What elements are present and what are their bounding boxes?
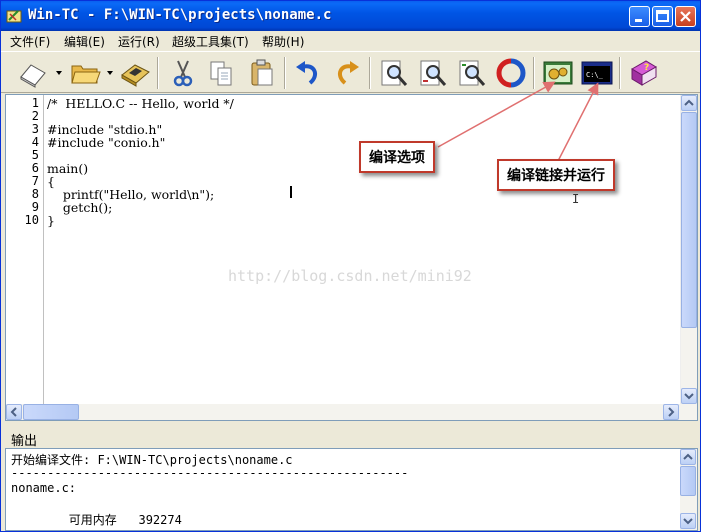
minimize-icon	[635, 19, 642, 22]
code-editor[interactable]: 1 2 3 4 5 6 7 8 9 10 /* HELLO.C -- Hello, world *…	[5, 94, 698, 421]
window-title: Win-TC - F:\WIN-TC\projects\noname.c	[28, 7, 332, 23]
output-pane[interactable]: 开始编译文件: F:\WIN-TC\projects\noname.c -----…	[5, 448, 698, 531]
line-number-gutter: 1 2 3 4 5 6 7 8 9 10	[6, 95, 44, 405]
output-vertical-scrollbar[interactable]	[680, 449, 697, 530]
output-line: noname.c:	[11, 481, 77, 495]
find-icon	[381, 60, 408, 86]
title-bar[interactable]: Win-TC - F:\WIN-TC\projects\noname.c	[1, 1, 700, 31]
paste-icon	[251, 59, 273, 86]
scroll-up-button[interactable]	[680, 449, 696, 465]
chevron-left-icon	[10, 407, 17, 417]
watermark: http://blog.csdn.net/mini92	[228, 267, 472, 285]
scroll-right-button[interactable]	[663, 404, 679, 420]
svg-text:?: ?	[644, 63, 649, 73]
code-line[interactable]: /* HELLO.C -- Hello, world */	[47, 97, 234, 110]
find-next-button[interactable]	[417, 57, 449, 89]
callout-compile-options: 编译选项	[359, 141, 435, 173]
maximize-icon	[656, 10, 669, 22]
scroll-left-button[interactable]	[6, 404, 22, 420]
help-book-icon: ?	[631, 60, 657, 86]
menu-super-tools[interactable]: 超级工具集(T)	[172, 33, 249, 50]
text-caret	[290, 186, 292, 198]
copy-button[interactable]	[206, 57, 238, 89]
open-file-dropdown-icon[interactable]	[107, 71, 113, 75]
editor-vertical-scrollbar[interactable]	[680, 95, 697, 405]
open-file-button[interactable]	[69, 57, 101, 89]
replace-icon	[459, 60, 486, 86]
code-line[interactable]: }	[47, 214, 55, 227]
mouse-ibeam-cursor: I	[572, 192, 580, 206]
chevron-up-icon	[683, 453, 693, 460]
chevron-right-icon	[668, 407, 675, 417]
console-icon: C:\_	[581, 61, 613, 85]
open-folder-icon	[71, 65, 101, 84]
callout-compile-link-run: 编译链接并运行	[497, 159, 615, 191]
menu-file[interactable]: 文件(F)	[10, 33, 50, 50]
refresh-button[interactable]	[495, 57, 527, 89]
win-tc-window: Win-TC - F:\WIN-TC\projects\noname.c 文件(…	[0, 0, 701, 532]
menu-edit[interactable]: 编辑(E)	[64, 33, 105, 50]
toolbar-separator	[157, 57, 159, 89]
scroll-thumb[interactable]	[23, 404, 79, 420]
menu-help[interactable]: 帮助(H)	[262, 33, 304, 50]
scroll-thumb[interactable]	[680, 466, 696, 496]
editor-horizontal-scrollbar[interactable]	[6, 404, 697, 420]
toolbar-separator	[284, 57, 286, 89]
line-number: 10	[24, 213, 39, 227]
close-icon	[680, 11, 691, 22]
output-label: 输出	[11, 434, 38, 449]
help-book-button[interactable]: ?	[628, 57, 660, 89]
toolbar-separator	[369, 57, 371, 89]
save-disk-icon	[121, 64, 150, 87]
find-next-icon	[420, 60, 447, 86]
app-icon	[6, 10, 22, 23]
scroll-thumb[interactable]	[681, 112, 697, 328]
redo-icon	[337, 61, 359, 85]
compile-link-run-button[interactable]: C:\_	[581, 57, 613, 89]
close-button[interactable]	[675, 6, 696, 27]
redo-button[interactable]	[331, 57, 363, 89]
save-file-button[interactable]	[119, 57, 151, 89]
undo-button[interactable]	[292, 57, 324, 89]
code-line[interactable]: #include "conio.h"	[47, 136, 165, 149]
find-button[interactable]	[378, 57, 410, 89]
scroll-down-button[interactable]	[681, 388, 697, 404]
toolbar-separator	[619, 57, 621, 89]
compile-options-button[interactable]	[542, 57, 574, 89]
undo-icon	[296, 61, 318, 85]
chevron-up-icon	[684, 99, 694, 106]
scissors-icon	[173, 60, 193, 87]
cut-button[interactable]	[167, 57, 199, 89]
output-line: ----------------------------------------…	[11, 466, 409, 480]
scroll-up-button[interactable]	[681, 95, 697, 111]
toolbar-separator	[533, 57, 535, 89]
minimize-button[interactable]	[629, 6, 650, 27]
scroll-down-button[interactable]	[680, 513, 696, 529]
new-file-dropdown-icon[interactable]	[56, 71, 62, 75]
console-icon-text: C:\_	[586, 71, 604, 79]
menu-bar: 文件(F) 编辑(E) 运行(R) 超级工具集(T) 帮助(H)	[1, 31, 700, 51]
toolbar: C:\_ ?	[1, 51, 700, 93]
output-line: 可用内存 392274	[11, 513, 182, 527]
chevron-down-icon	[684, 393, 694, 400]
chevron-down-icon	[683, 518, 693, 525]
refresh-icon	[496, 58, 526, 88]
new-file-button[interactable]	[17, 57, 49, 89]
maximize-button[interactable]	[652, 6, 673, 27]
menu-run[interactable]: 运行(R)	[118, 33, 160, 50]
paste-button[interactable]	[246, 57, 278, 89]
replace-button[interactable]	[456, 57, 488, 89]
compile-options-icon	[543, 61, 573, 85]
new-file-icon	[20, 64, 46, 88]
code-line[interactable]: getch();	[47, 201, 112, 214]
copy-icon	[210, 61, 232, 86]
